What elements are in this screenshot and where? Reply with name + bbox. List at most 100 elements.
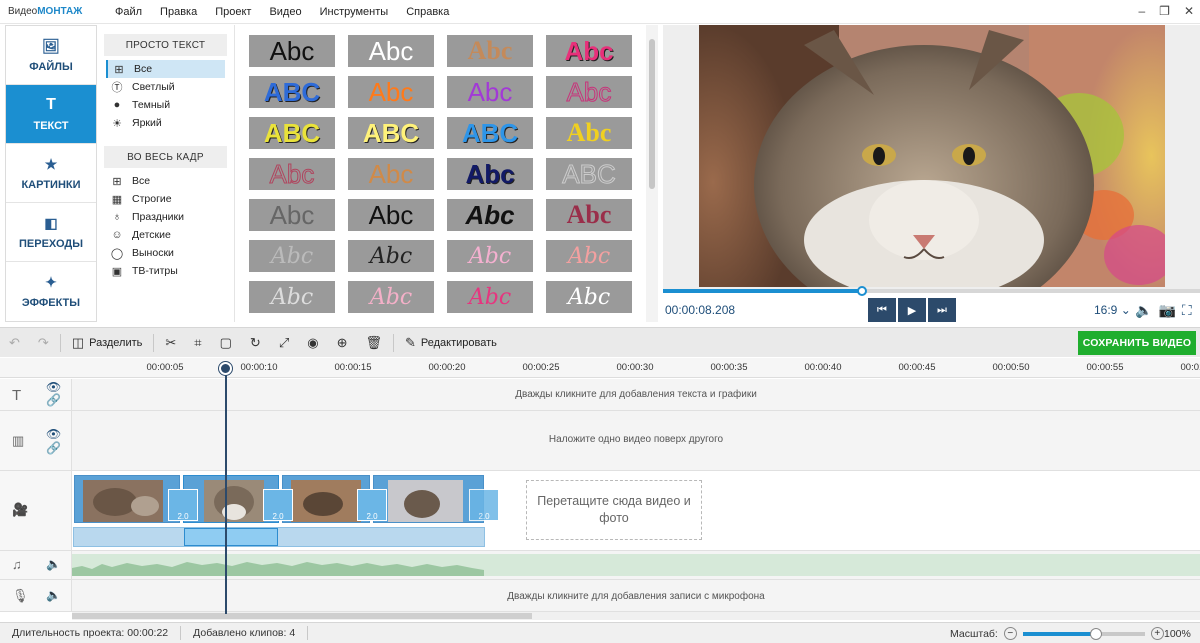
- scrollbar-thumb[interactable]: [649, 39, 655, 189]
- previous-frame-button[interactable]: ⏮: [868, 298, 896, 322]
- zoom-out-icon[interactable]: −: [1003, 627, 1017, 640]
- play-button[interactable]: ▶: [898, 298, 926, 322]
- transition-block[interactable]: 2.0: [168, 489, 198, 521]
- menu-tools[interactable]: Инструменты: [311, 6, 398, 18]
- text-style-thumb[interactable]: Abc: [546, 199, 632, 231]
- text-style-thumb[interactable]: Abc: [546, 117, 632, 149]
- text-style-thumb[interactable]: ABC: [249, 117, 335, 149]
- cat-full-holidays[interactable]: ♁ Праздники: [106, 208, 225, 226]
- nav-images[interactable]: ★ КАРТИНКИ: [6, 144, 96, 203]
- selected-clip-marker[interactable]: [184, 528, 278, 546]
- cat-plain-bright[interactable]: ☀ Яркий: [106, 114, 225, 132]
- text-style-thumb[interactable]: Abc: [348, 199, 434, 231]
- menu-edit[interactable]: Правка: [151, 6, 206, 18]
- link-icon[interactable]: 🔗: [46, 393, 61, 407]
- redo-button[interactable]: ↷: [29, 328, 58, 358]
- aspect-ratio-select[interactable]: 16:9 ⌄: [1094, 303, 1131, 317]
- transition-block[interactable]: 2.0: [357, 489, 387, 521]
- text-style-thumb[interactable]: Abc: [249, 199, 335, 231]
- menu-help[interactable]: Справка: [397, 6, 458, 18]
- split-button[interactable]: ◫ Разделить: [63, 328, 152, 358]
- text-style-thumb[interactable]: Abc: [447, 199, 533, 231]
- zoom-slider[interactable]: [1022, 627, 1145, 640]
- fullscreen-icon[interactable]: ⛶: [1182, 302, 1192, 319]
- volume-icon[interactable]: 🔈: [1135, 302, 1152, 319]
- speaker-icon[interactable]: 🔈: [46, 588, 61, 602]
- cat-full-strict[interactable]: ▦ Строгие: [106, 190, 225, 208]
- text-style-thumb[interactable]: Abc: [447, 240, 533, 272]
- stabilize-button[interactable]: ◉: [298, 328, 327, 358]
- video-track[interactable]: 2.0 2.0 2.0 2.0 Перетащите сюда видео и …: [72, 471, 1200, 551]
- overlay-track[interactable]: Наложите одно видео поверх другого: [72, 411, 1200, 471]
- frame-button[interactable]: ▢: [211, 328, 241, 358]
- link-icon[interactable]: 🔗: [46, 441, 61, 455]
- timeline-scrollbar[interactable]: [72, 612, 1200, 620]
- zoom-knob[interactable]: [1090, 627, 1103, 640]
- text-style-thumb[interactable]: Abc: [447, 76, 533, 108]
- resize-button[interactable]: ⤢: [270, 328, 298, 358]
- speaker-icon[interactable]: 🔈: [46, 557, 61, 571]
- text-style-thumb[interactable]: Abc: [249, 281, 335, 313]
- maximize-icon[interactable]: ❐: [1159, 4, 1170, 18]
- menu-video[interactable]: Видео: [260, 6, 310, 18]
- text-style-thumb[interactable]: ABC: [447, 117, 533, 149]
- text-style-thumb[interactable]: Abc: [546, 240, 632, 272]
- undo-button[interactable]: ↶: [0, 328, 29, 358]
- menu-project[interactable]: Проект: [206, 6, 260, 18]
- timeline-scroll-thumb[interactable]: [72, 613, 532, 619]
- text-style-thumb[interactable]: ABC: [249, 76, 335, 108]
- nav-files[interactable]: 🖼 ФАЙЛЫ: [6, 26, 96, 85]
- save-video-button[interactable]: СОХРАНИТЬ ВИДЕО: [1078, 331, 1196, 355]
- text-style-thumb[interactable]: Abc: [348, 35, 434, 67]
- cat-plain-dark[interactable]: ● Темный: [106, 96, 225, 114]
- playhead-line[interactable]: [225, 364, 227, 614]
- text-style-thumb[interactable]: Abc: [447, 35, 533, 67]
- cat-full-callouts[interactable]: ◯ Выноски: [106, 244, 225, 262]
- text-style-thumb[interactable]: Abc: [249, 35, 335, 67]
- text-style-thumb[interactable]: Abc: [348, 76, 434, 108]
- text-style-thumb[interactable]: Abc: [348, 158, 434, 190]
- mic-track[interactable]: Дважды кликните для добавления записи с …: [72, 580, 1200, 612]
- close-icon[interactable]: ✕: [1184, 4, 1194, 18]
- cat-full-tv[interactable]: ▣ ТВ-титры: [106, 262, 225, 280]
- nav-effects[interactable]: ✦ ЭФФЕКТЫ: [6, 262, 96, 321]
- video-clip[interactable]: [74, 475, 180, 523]
- cat-plain-all[interactable]: ⊞ Все: [106, 60, 225, 78]
- text-style-thumb[interactable]: Abc: [447, 281, 533, 313]
- text-style-thumb[interactable]: Abc: [348, 240, 434, 272]
- cat-full-all[interactable]: ⊞ Все: [106, 172, 225, 190]
- next-frame-button[interactable]: ⏭: [928, 298, 956, 322]
- progress-knob[interactable]: [856, 286, 867, 296]
- styles-scrollbar[interactable]: [646, 25, 658, 322]
- cat-plain-light[interactable]: Ⓣ Светлый: [106, 78, 225, 96]
- text-style-thumb[interactable]: Abc: [546, 76, 632, 108]
- add-clip-button[interactable]: ⊕: [328, 328, 357, 358]
- video-clip[interactable]: [373, 475, 484, 523]
- media-dropzone[interactable]: Перетащите сюда видео и фото: [526, 480, 702, 540]
- text-style-thumb[interactable]: Abc: [348, 281, 434, 313]
- timeline-ruler[interactable]: 00:00:05 00:00:10 00:00:15 00:00:20 00:00:25…: [72, 358, 1200, 378]
- zoom-in-icon[interactable]: +: [1150, 627, 1164, 640]
- rotate-button[interactable]: ↻: [241, 328, 270, 358]
- text-style-thumb[interactable]: ABC: [348, 117, 434, 149]
- eye-icon[interactable]: 👁: [46, 380, 61, 394]
- playhead-handle[interactable]: [219, 362, 232, 375]
- transition-block[interactable]: 2.0: [469, 489, 499, 521]
- text-style-thumb[interactable]: ABC: [546, 158, 632, 190]
- text-style-thumb[interactable]: Abc: [447, 158, 533, 190]
- text-track[interactable]: Дважды кликните для добавления текста и …: [72, 379, 1200, 411]
- text-style-thumb[interactable]: Abc: [546, 281, 632, 313]
- menu-file[interactable]: Файл: [106, 6, 151, 18]
- text-style-thumb[interactable]: Abc: [249, 240, 335, 272]
- transition-block[interactable]: 2.0: [263, 489, 293, 521]
- minimize-icon[interactable]: –: [1138, 4, 1145, 18]
- nav-text[interactable]: T ТЕКСТ: [6, 85, 96, 144]
- eye-icon[interactable]: 👁: [46, 427, 61, 441]
- delete-button[interactable]: 🗑: [356, 328, 391, 358]
- edit-button[interactable]: ✎ Редактировать: [396, 328, 506, 358]
- preview-progress-bar[interactable]: [663, 286, 1200, 296]
- crop-button[interactable]: ⌗: [185, 328, 210, 358]
- cut-button[interactable]: ✂: [156, 328, 185, 358]
- music-track[interactable]: [72, 551, 1200, 580]
- text-style-thumb[interactable]: Abc: [546, 35, 632, 67]
